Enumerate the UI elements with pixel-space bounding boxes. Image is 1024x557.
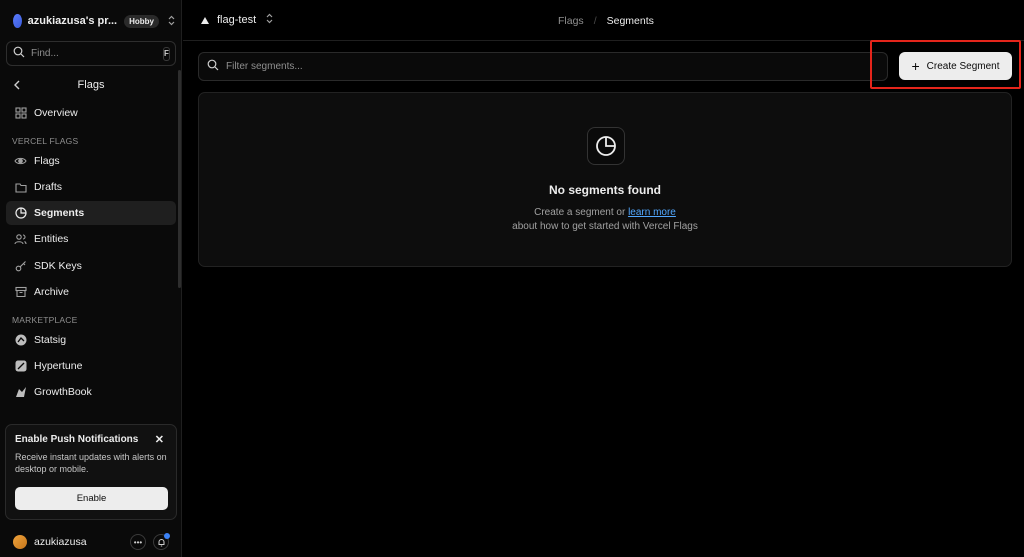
sidebar-item-hypertune[interactable]: Hypertune [6, 354, 176, 378]
project-name: flag-test [217, 14, 257, 26]
eye-icon [14, 155, 27, 168]
bell-icon[interactable] [153, 533, 170, 550]
users-icon [14, 233, 27, 246]
team-name: azukiazusa's pr... [27, 15, 118, 27]
sidebar-item-sdk-keys[interactable]: SDK Keys [6, 254, 176, 278]
archive-icon [14, 286, 27, 299]
sidebar-item-label: Flags [34, 155, 60, 167]
sidebar-item-segments[interactable]: Segments [6, 201, 176, 225]
empty-text-before: Create a segment or [534, 207, 629, 218]
pie-chart-icon [587, 127, 625, 165]
top-bar: flag-test Flags / Segments [183, 0, 1024, 41]
user-name: azukiazusa [34, 536, 87, 548]
folder-icon [14, 181, 27, 194]
sidebar-item-label: Drafts [34, 181, 63, 193]
hypertune-icon [14, 360, 27, 373]
more-icon[interactable]: ••• [130, 534, 146, 550]
sidebar-scrollbar[interactable] [178, 70, 181, 288]
section-marketplace: MARKETPLACE [12, 315, 78, 325]
search-icon [13, 46, 25, 61]
growthbook-icon [14, 386, 27, 399]
sidebar-item-statsig[interactable]: Statsig [6, 328, 176, 352]
empty-description: Create a segment or learn more about how… [199, 206, 1011, 234]
chevron-updown-icon [265, 13, 274, 27]
chevron-left-icon[interactable] [6, 74, 28, 96]
find-input[interactable] [31, 48, 163, 59]
team-switcher[interactable]: azukiazusa's pr... Hobby [6, 10, 176, 32]
empty-text-after: about how to get started with Vercel Fla… [512, 221, 698, 232]
user-menu[interactable]: azukiazusa ••• [6, 532, 176, 552]
filter-box[interactable] [198, 52, 888, 81]
push-notification-card: Enable Push Notifications ✕ Receive inst… [5, 424, 177, 520]
sidebar-item-archive[interactable]: Archive [6, 280, 176, 304]
sidebar-item-flags[interactable]: Flags [6, 149, 176, 173]
notification-dot [164, 533, 170, 539]
close-icon[interactable]: ✕ [155, 433, 164, 446]
breadcrumb: Flags / Segments [558, 15, 654, 27]
sidebar: azukiazusa's pr... Hobby F Flags Overvie… [0, 0, 182, 557]
plus-icon: + [911, 58, 920, 74]
plan-badge: Hobby [124, 14, 159, 28]
find-shortcut-key: F [163, 46, 170, 61]
sidebar-item-label: GrowthBook [34, 386, 92, 398]
sidebar-header: Flags [6, 74, 176, 96]
breadcrumb-flags[interactable]: Flags [558, 15, 584, 27]
empty-title: No segments found [548, 183, 661, 197]
breadcrumb-segments: Segments [606, 15, 654, 27]
sidebar-item-label: Archive [34, 286, 70, 298]
sidebar-item-label: Statsig [34, 334, 67, 346]
chevron-updown-icon [167, 15, 176, 28]
learn-more-link[interactable]: learn more [628, 207, 676, 218]
grid-icon [14, 107, 27, 120]
section-vercel-flags: VERCEL FLAGS [12, 136, 79, 146]
sidebar-item-drafts[interactable]: Drafts [6, 175, 176, 199]
empty-state: No segments found Create a segment or le… [198, 92, 1012, 267]
notification-text: Receive instant updates with alerts on d… [15, 452, 167, 474]
statsig-icon [14, 334, 27, 347]
pie-chart-icon [14, 207, 27, 220]
enable-button[interactable]: Enable [15, 487, 168, 510]
create-segment-button[interactable]: + Create Segment [899, 52, 1012, 80]
sidebar-item-label: Segments [34, 207, 85, 219]
sidebar-item-label: Entities [34, 233, 69, 245]
avatar [13, 535, 27, 549]
sidebar-item-label: SDK Keys [34, 260, 82, 272]
vercel-logo-icon [201, 16, 209, 24]
find-box[interactable]: F [6, 41, 176, 66]
sidebar-item-label: Overview [34, 107, 78, 119]
filter-segments-input[interactable] [226, 61, 887, 72]
project-switcher[interactable]: flag-test [201, 13, 274, 27]
sidebar-item-entities[interactable]: Entities [6, 227, 176, 251]
sidebar-title: Flags [77, 79, 105, 91]
search-icon [207, 59, 219, 74]
key-icon [14, 260, 27, 273]
notification-title: Enable Push Notifications [15, 434, 139, 445]
sidebar-item-growthbook[interactable]: GrowthBook [6, 380, 176, 404]
create-segment-label: Create Segment [926, 60, 1000, 72]
team-avatar [13, 14, 22, 28]
sidebar-item-overview[interactable]: Overview [6, 101, 176, 125]
breadcrumb-separator: / [593, 15, 597, 27]
sidebar-item-label: Hypertune [34, 360, 83, 372]
